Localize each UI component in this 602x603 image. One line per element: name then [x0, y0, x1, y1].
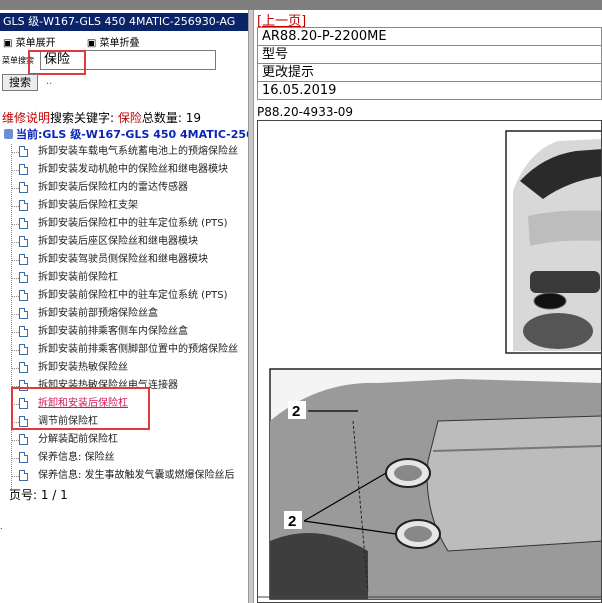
tree-item-label: 保养信息: 保险丝 — [38, 452, 115, 463]
repair-illustration: 2 2 — [257, 120, 602, 603]
tree-item[interactable]: 拆卸安装后保险杠内的雷达传感器 — [0, 179, 248, 197]
document-icon — [19, 272, 28, 283]
menu-toggles: ▣ 菜单展开 ▣ 菜单折叠 — [3, 34, 167, 49]
tree-item[interactable]: 拆卸安装驾驶员侧保险丝和继电器模块 — [0, 251, 248, 269]
tree-item-label: 拆卸安装热敏保险丝 — [38, 362, 128, 373]
callout-upper: 2 — [292, 403, 300, 420]
document-info-table: AR88.20-P-2200ME 型号 更改提示 16.05.2019 — [257, 27, 602, 100]
tree-item[interactable]: 拆卸安装前保险杠中的驻车定位系统 (PTS) — [0, 287, 248, 305]
result-highlight-box — [11, 387, 150, 430]
tree-item-label: 拆卸安装前部预熔保险丝盒 — [38, 308, 158, 319]
document-icon — [19, 254, 28, 265]
search-dots: .. — [46, 76, 53, 87]
tree-item-label: 拆卸安装驾驶员侧保险丝和继电器模块 — [38, 254, 208, 265]
tree-item-label: 拆卸安装后保险杠支架 — [38, 200, 138, 211]
folder-icon — [4, 129, 13, 139]
tree-item-label: 拆卸安装后保险杠内的雷达传感器 — [38, 182, 188, 193]
document-icon — [19, 164, 28, 175]
tree-item[interactable]: 拆卸安装前排乘客侧脚部位置中的预熔保险丝 — [0, 341, 248, 359]
model-label: 型号 — [257, 45, 602, 64]
tree-item[interactable]: 拆卸安装车载电气系统蓄电池上的预熔保险丝 — [0, 143, 248, 161]
tree-item[interactable]: 拆卸安装后保险杠支架 — [0, 197, 248, 215]
tree-item[interactable]: 拆卸安装前保险杠 — [0, 269, 248, 287]
tree-item-label: 拆卸安装前排乘客侧车内保险丝盒 — [38, 326, 188, 337]
document-icon — [19, 470, 28, 481]
change-note-label: 更改提示 — [257, 63, 602, 82]
menu-title: GLS 级-W167-GLS 450 4MATIC-256930-AG — [0, 13, 248, 31]
muffler-shape — [426, 415, 601, 552]
exhaust-tip-left — [533, 292, 567, 310]
tree-item[interactable]: 拆卸安装发动机舱中的保险丝和继电器模块 — [0, 161, 248, 179]
document-icon — [19, 308, 28, 319]
tree-item-label: 拆卸安装车载电气系统蓄电池上的预熔保险丝 — [38, 146, 238, 157]
illustration-svg: 2 2 — [258, 130, 601, 600]
document-date: 16.05.2019 — [257, 81, 602, 100]
exhaust-tip-upper-inner — [394, 465, 422, 481]
tree-item[interactable]: 拆卸安装前部预熔保险丝盒 — [0, 305, 248, 323]
tree-item[interactable]: 保养信息: 保险丝 — [0, 449, 248, 467]
figure-number: P88.20-4933-09 — [257, 105, 354, 119]
tree-item-label: 拆卸安装前保险杠中的驻车定位系统 (PTS) — [38, 290, 228, 301]
page-indicator: 页号: 1 / 1 — [9, 488, 68, 502]
tree-item[interactable]: 分解装配前保险杠 — [0, 431, 248, 449]
window-top-bar — [0, 0, 602, 10]
document-icon — [19, 236, 28, 247]
tree-item[interactable]: 拆卸安装后座区保险丝和继电器模块 — [0, 233, 248, 251]
document-icon — [19, 344, 28, 355]
vehicle-bumper — [530, 271, 600, 293]
tree-item[interactable]: 拆卸安装热敏保险丝 — [0, 359, 248, 377]
document-panel: [上一页] AR88.20-P-2200ME 型号 更改提示 16.05.201… — [254, 10, 602, 603]
tree-item-label: 拆卸安装后座区保险丝和继电器模块 — [38, 236, 198, 247]
tree-item[interactable]: 拆卸安装前排乘客侧车内保险丝盒 — [0, 323, 248, 341]
document-code: AR88.20-P-2200ME — [257, 27, 602, 46]
search-highlight-box — [28, 50, 86, 75]
tree-item-label: 拆卸安装发动机舱中的保险丝和继电器模块 — [38, 164, 228, 175]
document-icon — [19, 362, 28, 373]
callout-lower: 2 — [288, 513, 296, 530]
search-result-tree: 拆卸安装车载电气系统蓄电池上的预熔保险丝 拆卸安装发动机舱中的保险丝和继电器模块拆… — [0, 143, 248, 485]
menu-expand-link[interactable]: ▣ 菜单展开 — [3, 38, 70, 49]
search-result-summary: 维修说明搜索关键字: 保险总数量: 19 — [2, 111, 202, 125]
document-icon — [19, 218, 28, 229]
document-icon — [19, 182, 28, 193]
tree-item[interactable]: 拆卸安装后保险杠中的驻车定位系统 (PTS) — [0, 215, 248, 233]
exhaust-tip-lower-inner — [404, 526, 432, 542]
tree-item-label: 分解装配前保险杠 — [38, 434, 118, 445]
document-icon — [19, 290, 28, 301]
vehicle-wheel — [523, 313, 593, 349]
search-button[interactable]: 搜索 — [2, 74, 38, 91]
document-icon — [19, 200, 28, 211]
footer-link[interactable]: . — [0, 522, 3, 531]
menu-panel: GLS 级-W167-GLS 450 4MATIC-256930-AG ▣ 菜单… — [0, 10, 248, 603]
tree-item-label: 拆卸安装前排乘客侧脚部位置中的预熔保险丝 — [38, 344, 238, 355]
current-vehicle-node[interactable]: 当前:GLS 级-W167-GLS 450 4MATIC-256930-AG — [4, 126, 248, 142]
menu-collapse-link[interactable]: ▣ 菜单折叠 — [87, 38, 154, 49]
tree-item[interactable]: 保养信息: 发生事故触发气囊或燃爆保险丝后 — [0, 467, 248, 485]
document-icon — [19, 452, 28, 463]
tree-item-label: 拆卸安装前保险杠 — [38, 272, 118, 283]
document-icon — [19, 434, 28, 445]
document-icon — [19, 146, 28, 157]
document-icon — [19, 326, 28, 337]
tree-item-label: 拆卸安装后保险杠中的驻车定位系统 (PTS) — [38, 218, 228, 229]
tree-item-label: 保养信息: 发生事故触发气囊或燃爆保险丝后 — [38, 470, 235, 481]
